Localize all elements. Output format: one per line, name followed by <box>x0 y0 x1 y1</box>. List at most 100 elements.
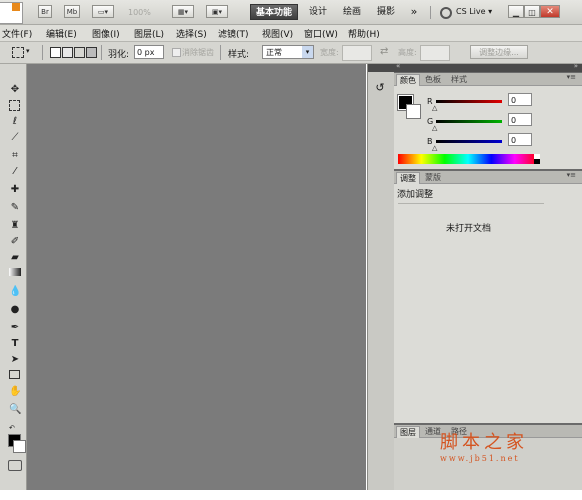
chevron-down-icon: ▾ <box>302 46 313 58</box>
intersect-selection-icon[interactable] <box>86 47 97 58</box>
healing-brush-tool-icon[interactable]: ✚ <box>9 184 21 196</box>
more-workspaces-button[interactable]: » <box>406 4 422 20</box>
hand-tool-icon[interactable]: ✋ <box>9 386 21 398</box>
panel-dock-header: « » <box>394 62 582 72</box>
eraser-tool-icon[interactable]: ▰ <box>9 252 21 264</box>
height-input[interactable] <box>420 45 450 61</box>
style-select-value: 正常 <box>266 48 282 57</box>
chevron-down-icon[interactable]: ▾ <box>26 47 30 55</box>
red-slider[interactable] <box>436 100 502 103</box>
quick-mask-icon[interactable] <box>8 460 22 471</box>
divider <box>398 203 544 204</box>
subtract-selection-icon[interactable] <box>74 47 85 58</box>
red-value-input[interactable]: 0 <box>508 93 532 106</box>
green-slider-thumb-icon[interactable]: △ <box>432 124 437 132</box>
screen-mode-button[interactable]: ▣▾ <box>206 5 228 18</box>
cs-live-icon <box>440 7 452 19</box>
gradient-tool-icon[interactable] <box>9 268 21 276</box>
feather-input[interactable]: 0 px <box>134 45 164 59</box>
crop-tool-icon[interactable]: ⌗ <box>9 150 21 162</box>
photoshop-logo-icon[interactable] <box>0 2 23 24</box>
color-panel: 颜色 色板 样式 ▾≡ R △ 0 G △ 0 B △ 0 <box>394 73 582 169</box>
green-value-input[interactable]: 0 <box>508 113 532 126</box>
blue-value-input[interactable]: 0 <box>508 133 532 146</box>
quick-selection-tool-icon[interactable]: ⟋ <box>9 132 21 144</box>
history-panel-icon[interactable]: ↺ <box>372 80 388 96</box>
pen-tool-icon[interactable]: ✒ <box>9 322 21 334</box>
width-input[interactable] <box>342 45 372 61</box>
style-select[interactable]: 正常 ▾ <box>262 45 314 59</box>
swap-colors-icon[interactable]: ↶ <box>9 424 15 432</box>
separator <box>220 45 221 60</box>
blue-slider[interactable] <box>436 140 502 143</box>
cs-live-button[interactable]: CS Live ▾ <box>456 7 492 16</box>
workspace-photography[interactable]: 摄影 <box>374 4 398 20</box>
menu-select[interactable]: 选择(S) <box>176 27 207 40</box>
menu-help[interactable]: 帮助(H) <box>348 27 380 40</box>
red-slider-thumb-icon[interactable]: △ <box>432 104 437 112</box>
dodge-tool-icon[interactable]: ● <box>9 304 21 316</box>
antialias-checkbox[interactable] <box>172 48 181 57</box>
adjustments-title: 添加调整 <box>397 190 434 200</box>
background-color-swatch[interactable] <box>406 104 421 119</box>
workspace-essentials[interactable]: 基本功能 <box>250 4 298 20</box>
menu-image[interactable]: 图像(I) <box>92 27 120 40</box>
document-area[interactable] <box>27 64 366 490</box>
close-button[interactable]: ✕ <box>540 5 560 18</box>
eyedropper-tool-icon[interactable]: ⁄ <box>9 166 21 178</box>
tools-panel: ✥ ℓ ⟋ ⌗ ⁄ ✚ ✎ ♜ ✐ ▰ 💧 ● ✒ T ➤ ✋ 🔍 ↶ <box>0 64 27 490</box>
marquee-tool-icon[interactable] <box>9 100 20 111</box>
tab-masks[interactable]: 蒙版 <box>422 172 444 183</box>
workspace-painting[interactable]: 绘画 <box>340 4 364 20</box>
workspace-design[interactable]: 设计 <box>306 4 330 20</box>
restore-button[interactable]: ◫ <box>524 5 540 18</box>
panel-menu-icon[interactable]: ▾≡ <box>567 171 576 179</box>
separator <box>101 45 102 60</box>
black-swatch[interactable] <box>534 159 540 164</box>
arrange-documents-button[interactable]: ▦▾ <box>172 5 194 18</box>
menu-edit[interactable]: 编辑(E) <box>46 27 77 40</box>
minimize-button[interactable]: ▁ <box>508 5 524 18</box>
panel-menu-icon[interactable]: ▾≡ <box>567 73 576 81</box>
zoom-tool-icon[interactable]: 🔍 <box>9 404 21 416</box>
menu-filter[interactable]: 滤镜(T) <box>218 27 249 40</box>
brush-tool-icon[interactable]: ✎ <box>9 202 21 214</box>
lasso-tool-icon[interactable]: ℓ <box>9 116 21 128</box>
green-slider[interactable] <box>436 120 502 123</box>
tab-styles[interactable]: 样式 <box>448 74 470 85</box>
history-brush-tool-icon[interactable]: ✐ <box>9 236 21 248</box>
tab-layers[interactable]: 图层 <box>396 426 420 438</box>
adjustments-panel-tabs: 调整 蒙版 ▾≡ <box>394 171 582 184</box>
new-selection-icon[interactable] <box>50 47 61 58</box>
tab-swatches[interactable]: 色板 <box>422 74 444 85</box>
view-extras-button[interactable]: ▭▾ <box>92 5 114 18</box>
menu-layer[interactable]: 图层(L) <box>134 27 164 40</box>
clone-stamp-tool-icon[interactable]: ♜ <box>9 220 21 232</box>
background-color-swatch[interactable] <box>13 440 26 453</box>
refine-edge-button[interactable]: 调整边缘... <box>470 45 528 59</box>
swap-dimensions-icon[interactable]: ⇄ <box>380 46 388 57</box>
expand-icon[interactable]: » <box>574 62 578 70</box>
type-tool-icon[interactable]: T <box>9 338 21 350</box>
zoom-level[interactable]: 100% <box>128 8 151 17</box>
tab-color[interactable]: 颜色 <box>396 74 420 86</box>
menu-view[interactable]: 视图(V) <box>262 27 293 40</box>
dock-header[interactable] <box>368 64 394 72</box>
menu-window[interactable]: 窗口(W) <box>304 27 338 40</box>
path-selection-tool-icon[interactable]: ➤ <box>9 354 21 366</box>
menu-file[interactable]: 文件(F) <box>2 27 32 40</box>
options-bar: ▾ 羽化: 0 px 消除锯齿 样式: 正常 ▾ 宽度: ⇄ 高度: 调整边缘.… <box>0 42 582 64</box>
watermark-url: www.jb51.net <box>440 454 520 463</box>
collapse-icon[interactable]: « <box>396 62 400 70</box>
watermark-title: 脚本之家 <box>440 432 528 453</box>
marquee-preset-icon[interactable] <box>12 47 24 58</box>
bridge-button[interactable]: Br <box>38 5 52 18</box>
move-tool-icon[interactable]: ✥ <box>9 84 21 96</box>
blur-tool-icon[interactable]: 💧 <box>9 286 21 298</box>
color-spectrum-ramp[interactable] <box>398 154 538 164</box>
shape-tool-icon[interactable] <box>9 370 20 379</box>
blue-slider-thumb-icon[interactable]: △ <box>432 144 437 152</box>
add-to-selection-icon[interactable] <box>62 47 73 58</box>
mini-bridge-button[interactable]: Mb <box>64 5 80 18</box>
tab-adjustments[interactable]: 调整 <box>396 172 420 184</box>
